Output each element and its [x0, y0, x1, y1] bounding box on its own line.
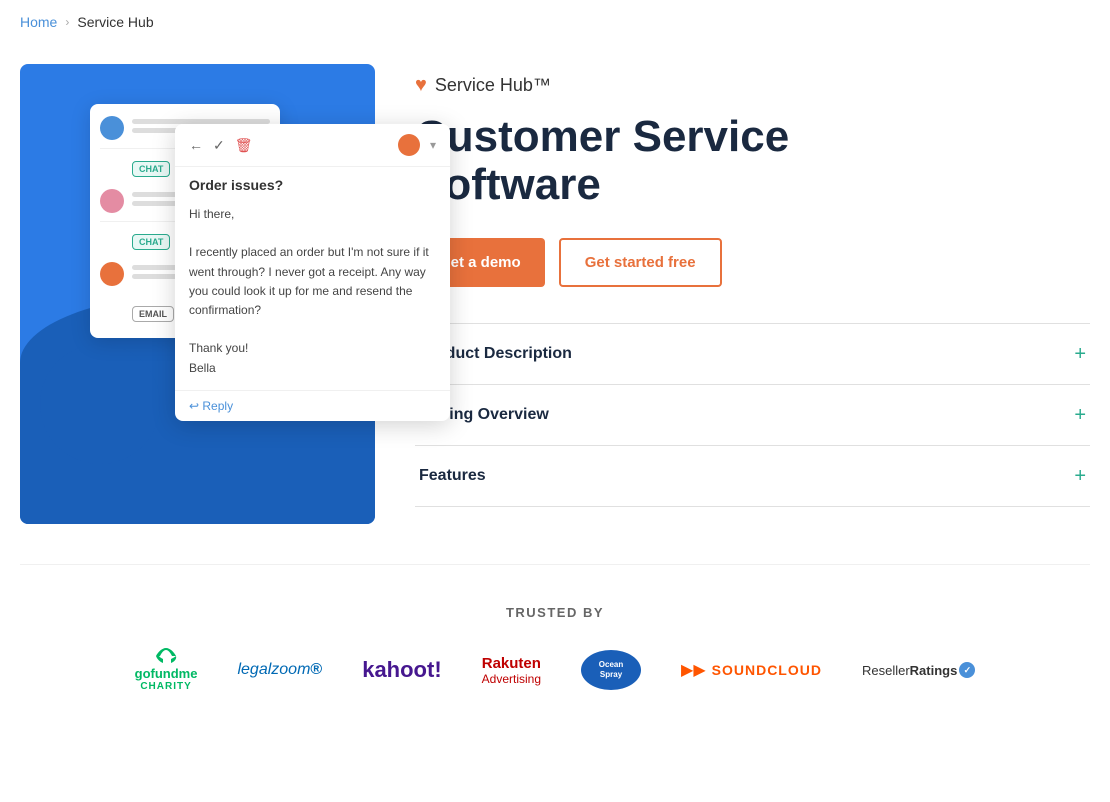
cta-buttons: Get a demo Get started free	[415, 238, 1090, 287]
compose-message: I recently placed an order but I'm not s…	[189, 243, 436, 320]
product-title: Customer Service Software	[415, 113, 1090, 210]
avatar	[100, 189, 124, 213]
trusted-section: TRUSTED BY gofundmeCHARITY legalzoom®	[20, 564, 1090, 722]
product-badge: ♥ Service Hub™	[415, 74, 1090, 97]
avatar	[100, 116, 124, 140]
breadcrumb-separator: ›	[65, 15, 69, 29]
accordion-label: Features	[419, 467, 486, 485]
logo-rakuten: Rakuten Advertising	[482, 655, 541, 686]
accordion-header[interactable]: Pricing Overview +	[415, 385, 1090, 445]
accordion-toggle-icon: +	[1074, 405, 1086, 425]
product-info: ♥ Service Hub™ Customer Service Software…	[415, 64, 1090, 524]
accordion-header[interactable]: Product Description +	[415, 324, 1090, 384]
reply-button[interactable]: ↩ Reply	[175, 390, 450, 421]
logo-soundcloud: ▶▶ SoundCloud	[681, 660, 822, 680]
logo-legalzoom: legalzoom®	[237, 661, 322, 679]
back-icon[interactable]: ←	[189, 137, 203, 153]
compose-greeting: Hi there,	[189, 205, 436, 224]
accordion-item: Pricing Overview +	[415, 385, 1090, 446]
logos-row: gofundmeCHARITY legalzoom® kahoot! Rakut…	[20, 648, 1090, 692]
accordion-toggle-icon: +	[1074, 344, 1086, 364]
chat-badge: CHAT	[132, 161, 170, 177]
compose-header: ← ✓ 🗑 ▾	[175, 124, 450, 167]
accordion: Product Description + Pricing Overview +…	[415, 323, 1090, 507]
avatar	[100, 262, 124, 286]
accordion-item: Product Description +	[415, 324, 1090, 385]
trusted-label: TRUSTED BY	[20, 605, 1090, 620]
email-badge: EMAIL	[132, 306, 174, 322]
accordion-toggle-icon: +	[1074, 466, 1086, 486]
chat-badge: CHAT	[132, 234, 170, 250]
product-badge-name: Service Hub™	[435, 75, 551, 96]
logo-resellerratings: ResellerRatings ✓	[862, 662, 975, 678]
compose-closing: Thank you! Bella	[189, 339, 436, 377]
logo-kahoot: kahoot!	[362, 657, 441, 683]
compose-avatar	[398, 134, 420, 156]
compose-body: Hi there, I recently placed an order but…	[175, 199, 450, 390]
compose-subject: Order issues?	[175, 167, 450, 199]
get-started-button[interactable]: Get started free	[559, 238, 722, 287]
check-icon[interactable]: ✓	[213, 137, 225, 154]
breadcrumb-home[interactable]: Home	[20, 14, 57, 30]
compose-panel: ← ✓ 🗑 ▾ Order issues? Hi there, I recent…	[175, 124, 450, 421]
logo-gofundme: gofundmeCHARITY	[135, 648, 198, 692]
trash-icon[interactable]: 🗑	[235, 137, 253, 154]
breadcrumb: Home › Service Hub	[20, 0, 1090, 44]
accordion-item: Features +	[415, 446, 1090, 507]
logo-oceanspray: OceanSpray	[581, 650, 641, 690]
accordion-header[interactable]: Features +	[415, 446, 1090, 506]
product-illustration: CHAT CHAT	[20, 64, 375, 524]
dropdown-icon[interactable]: ▾	[430, 138, 436, 152]
heart-icon: ♥	[415, 74, 427, 97]
breadcrumb-current: Service Hub	[77, 14, 153, 30]
